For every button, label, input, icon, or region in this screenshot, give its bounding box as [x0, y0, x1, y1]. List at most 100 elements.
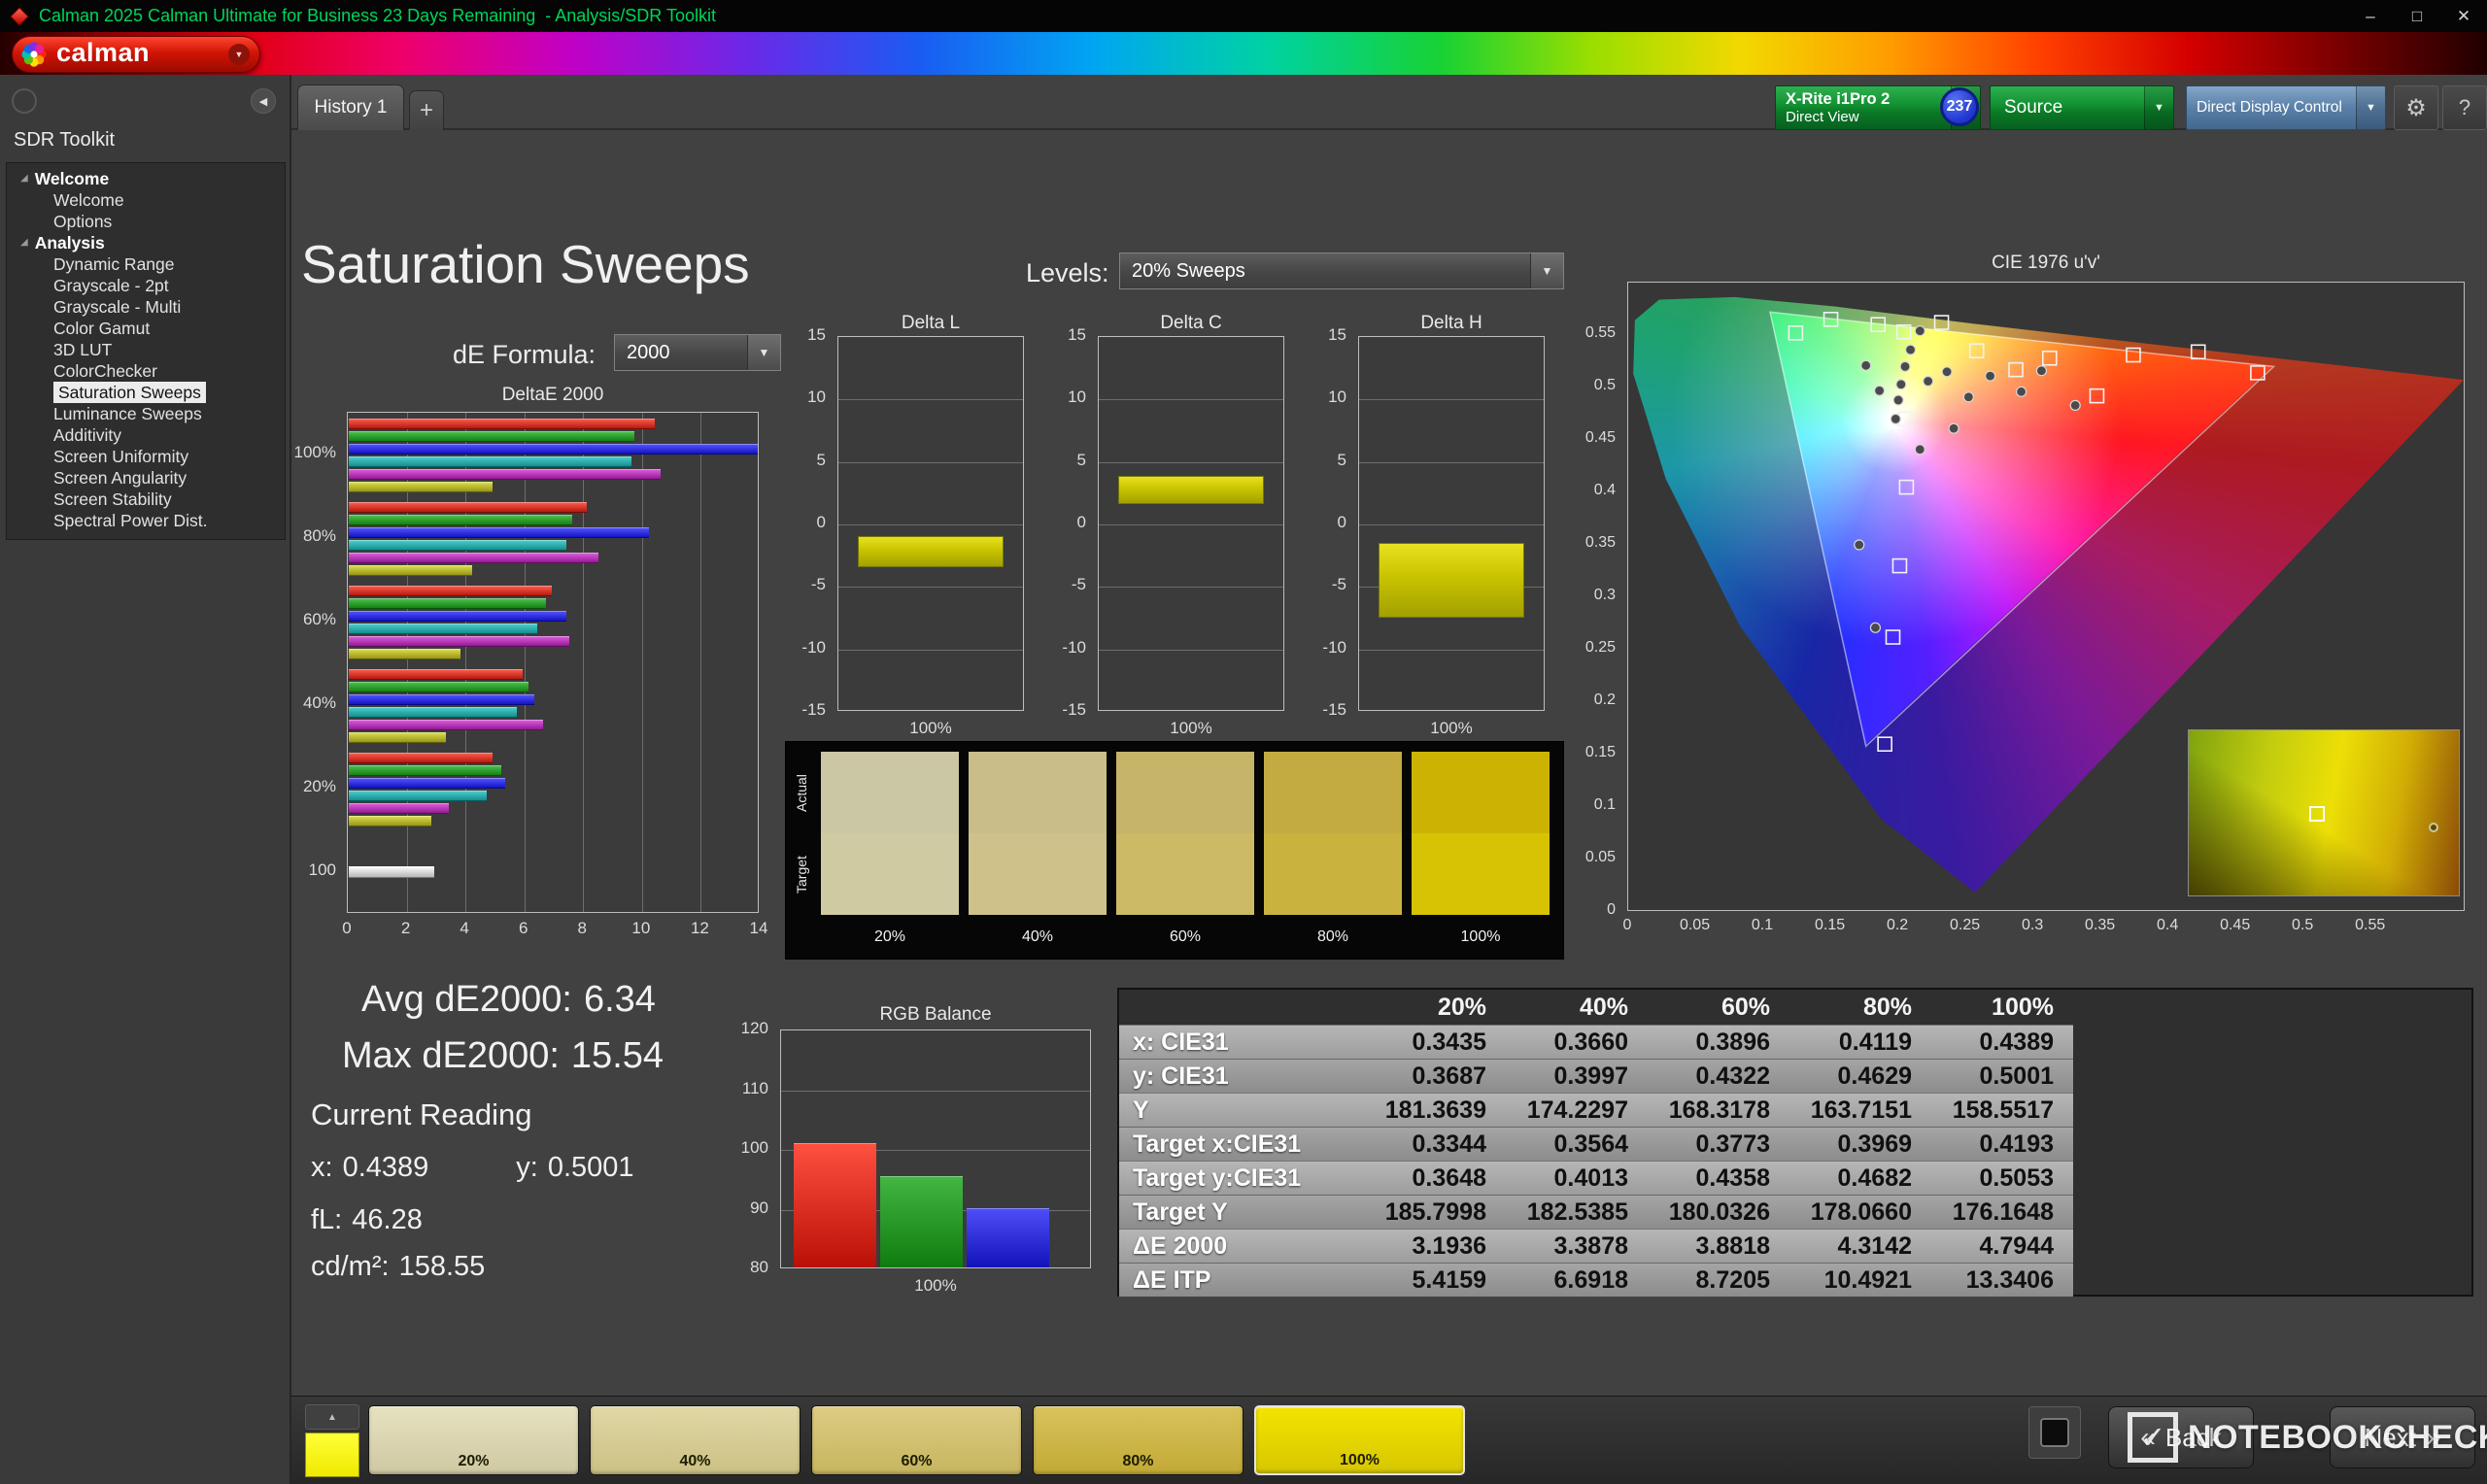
- pattern-level-80%[interactable]: 80%: [1033, 1405, 1244, 1475]
- sidebar-section-welcome[interactable]: ◢ Welcome: [7, 168, 285, 189]
- pattern-level-40%[interactable]: 40%: [590, 1405, 801, 1475]
- inset-measured-marker: [2429, 822, 2438, 832]
- cie-zoom-inset: [2188, 729, 2460, 896]
- logo-menu-button[interactable]: ▼: [228, 44, 250, 65]
- measured-marker: [1895, 379, 1907, 390]
- tab-history-1[interactable]: History 1: [297, 84, 404, 130]
- sidebar-item-screen-angularity[interactable]: Screen Angularity: [7, 467, 285, 489]
- axis-tick-label: 100%: [293, 443, 336, 461]
- deltae-x-axis: 0 2 4 6 8 10 12 14: [342, 919, 767, 940]
- bar-red: [349, 586, 552, 596]
- session-options-button[interactable]: [12, 88, 37, 114]
- de-formula-dropdown[interactable]: 2000 ▼: [614, 334, 781, 371]
- axis-tick-label: 0.25: [1584, 639, 1616, 656]
- gridline: [641, 413, 643, 912]
- gridline: [583, 413, 585, 912]
- sidebar-item-dynamic-range[interactable]: Dynamic Range: [7, 253, 285, 275]
- pattern-level-20%[interactable]: 20%: [368, 1405, 579, 1475]
- bar-white: [349, 866, 434, 878]
- delta-l-x-label: 100%: [909, 719, 952, 737]
- sidebar-item-grayscale-multi[interactable]: Grayscale - Multi: [7, 296, 285, 318]
- pattern-level-60%[interactable]: 60%: [811, 1405, 1022, 1475]
- axis-tick-label: 80: [750, 1258, 768, 1276]
- sidebar-item-color-gamut[interactable]: Color Gamut: [7, 318, 285, 339]
- settings-button[interactable]: ⚙: [2394, 85, 2438, 130]
- axis-tick-label: 4: [460, 919, 469, 937]
- cell-value: 5.4159: [1412, 1266, 1486, 1294]
- chevron-down-icon: ▼: [2356, 86, 2385, 129]
- source-dropdown[interactable]: Source ▼: [1990, 85, 2174, 130]
- cell-value: 4.3142: [1837, 1232, 1912, 1260]
- gridline: [838, 524, 1023, 525]
- max-de2000-value: 15.54: [570, 1035, 664, 1076]
- bar-cyan: [349, 456, 631, 467]
- app-icon: [10, 6, 29, 26]
- minimize-button[interactable]: –: [2347, 0, 2394, 32]
- expander-icon: ◢: [20, 173, 28, 184]
- cie-y-axis: 0 0.05 0.1 0.15 0.2 0.25 0.3 0.35 0.4 0.45 0.5 0.55: [1567, 282, 1621, 918]
- swatch-actual: [969, 752, 1107, 833]
- current-reading-title: Current Reading: [311, 1097, 532, 1131]
- close-button[interactable]: ✕: [2440, 0, 2487, 32]
- row-label: Y: [1133, 1096, 1149, 1124]
- maximize-button[interactable]: □: [2394, 0, 2440, 32]
- target-marker: [1885, 629, 1901, 645]
- max-de2000-label: Max dE2000:: [342, 1035, 560, 1076]
- measured-marker: [1869, 622, 1882, 633]
- pattern-level-label: 60%: [901, 1453, 933, 1469]
- axis-tick-label: 10: [807, 388, 826, 407]
- axis-tick-label: -5: [1071, 575, 1086, 594]
- add-tab-button[interactable]: +: [409, 90, 444, 130]
- next-button[interactable]: Next »: [2330, 1406, 2475, 1468]
- target-marker: [1788, 325, 1804, 341]
- display-control-dropdown[interactable]: Direct Display Control ▼: [2186, 85, 2386, 130]
- sidebar-item-welcome[interactable]: Welcome: [7, 189, 285, 211]
- table-header-row: 20% 40% 60% 80% 100%: [1119, 990, 2073, 1025]
- sidebar-item-screen-stability[interactable]: Screen Stability: [7, 489, 285, 510]
- calman-logo-button[interactable]: calman ▼: [12, 36, 260, 73]
- cell-value: 181.3639: [1384, 1096, 1486, 1124]
- x-value: 0.4389: [342, 1152, 429, 1183]
- pattern-window-button[interactable]: [2028, 1406, 2081, 1459]
- axis-tick-label: 0.5: [2292, 917, 2314, 933]
- sidebar-collapse-button[interactable]: ◀: [251, 88, 276, 114]
- bar-yellow: [349, 732, 446, 743]
- sidebar-item-grayscale-2pt[interactable]: Grayscale - 2pt: [7, 275, 285, 296]
- cell-value: 0.4013: [1553, 1164, 1628, 1192]
- axis-tick-label: -10: [1322, 637, 1346, 657]
- cell-value: 0.5001: [1979, 1062, 2054, 1090]
- axis-tick-label: 15: [1328, 325, 1346, 344]
- measured-marker: [1890, 413, 1901, 424]
- swatch-tile-60%: [1116, 752, 1254, 915]
- sidebar-item-additivity[interactable]: Additivity: [7, 424, 285, 446]
- pattern-popup-button[interactable]: ▲: [305, 1404, 359, 1430]
- delta-l-bar: [858, 535, 1004, 567]
- pattern-level-100%[interactable]: 100%: [1254, 1405, 1465, 1475]
- bar-yellow: [349, 565, 473, 576]
- back-button[interactable]: « Back: [2108, 1406, 2254, 1468]
- sidebar-item-screen-uniformity[interactable]: Screen Uniformity: [7, 446, 285, 467]
- sidebar-section-analysis[interactable]: ◢ Analysis: [7, 232, 285, 253]
- levels-dropdown[interactable]: 20% Sweeps ▼: [1119, 253, 1564, 289]
- bar-red: [349, 669, 523, 680]
- chevron-glyph: ▼: [2154, 102, 2164, 114]
- cell-value: 158.5517: [1952, 1096, 2054, 1124]
- axis-tick-label: 8: [577, 919, 588, 937]
- sidebar-item-3d-lut[interactable]: 3D LUT: [7, 339, 285, 360]
- swatch-tile-label: 80%: [1316, 928, 1349, 945]
- sidebar-item-saturation-sweeps[interactable]: Saturation Sweeps: [7, 382, 285, 403]
- axis-tick-label: -10: [1062, 637, 1086, 657]
- help-button[interactable]: ?: [2442, 85, 2487, 130]
- swatch-actual: [821, 752, 959, 833]
- bar-cyan: [349, 707, 517, 718]
- row-label: ΔE ITP: [1133, 1266, 1211, 1294]
- sidebar-item-options[interactable]: Options: [7, 211, 285, 232]
- results-table-panel: 20% 40% 60% 80% 100% x: CIE31 0.3435 0.3660 0.38…: [1117, 988, 2473, 1297]
- sidebar-item-spectral-power-dist[interactable]: Spectral Power Dist.: [7, 510, 285, 531]
- sidebar-item-colorchecker[interactable]: ColorChecker: [7, 360, 285, 382]
- bar-magenta: [349, 720, 543, 730]
- cell-value: 178.0660: [1810, 1198, 1912, 1226]
- sidebar-item-luminance-sweeps[interactable]: Luminance Sweeps: [7, 403, 285, 424]
- axis-tick-label: 0.05: [1584, 849, 1616, 865]
- current-pattern-swatch[interactable]: [305, 1433, 359, 1477]
